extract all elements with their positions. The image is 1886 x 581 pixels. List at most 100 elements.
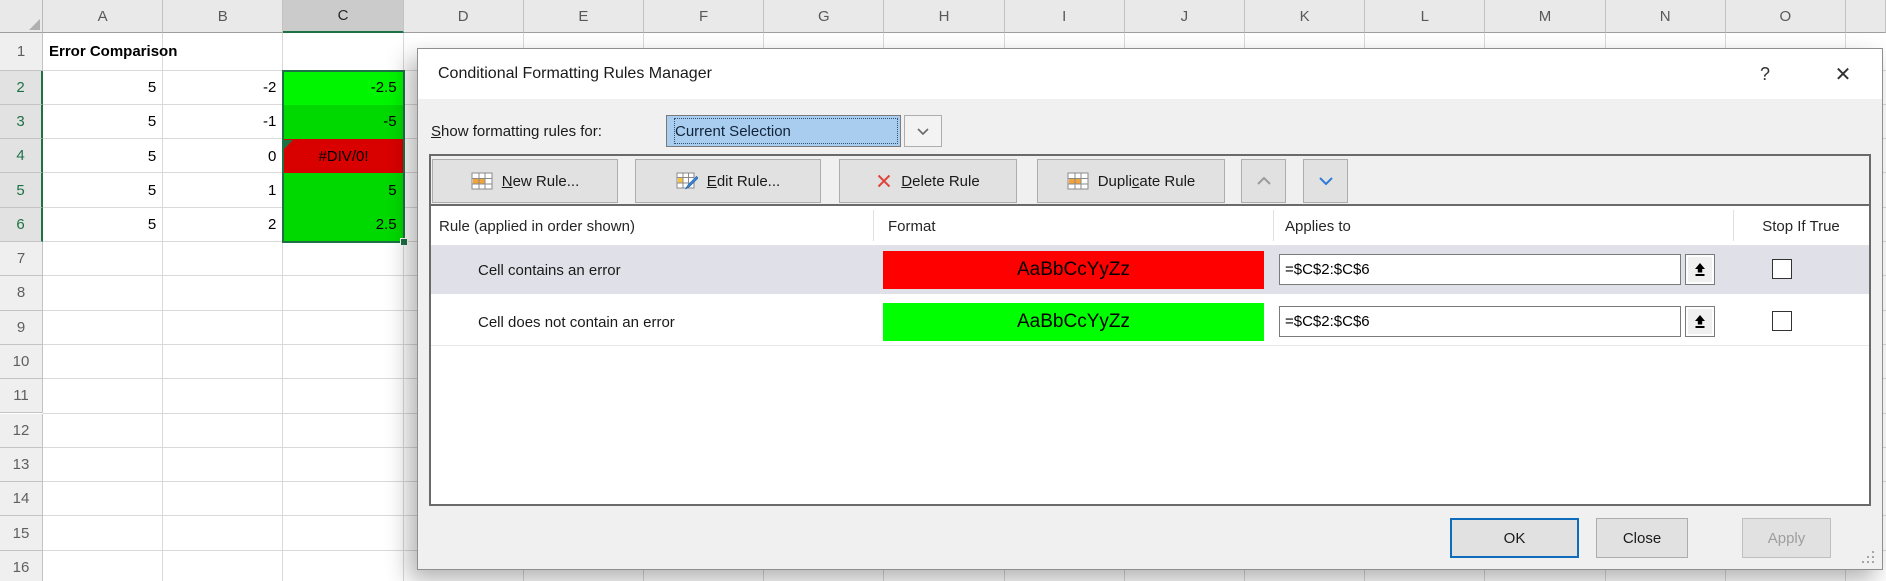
column-header-E[interactable]: E: [524, 0, 644, 33]
row-header-16[interactable]: 16: [0, 551, 43, 581]
row-header-4[interactable]: 4: [0, 139, 43, 173]
row-header-10[interactable]: 10: [0, 345, 43, 379]
rule-row-2[interactable]: Cell does not contain an error AaBbCcYyZz…: [431, 298, 1869, 346]
applies-to-input[interactable]: =$C$2:$C$6: [1279, 306, 1681, 337]
edit-rule-label: Edit Rule...: [707, 173, 780, 190]
col-header-stop-if-true: Stop If True: [1733, 206, 1869, 246]
column-header-B[interactable]: B: [163, 0, 283, 33]
column-header-N[interactable]: N: [1606, 0, 1726, 33]
column-header-O[interactable]: O: [1726, 0, 1846, 33]
scope-combobox-value: Current Selection: [672, 116, 900, 146]
dialog-title: Conditional Formatting Rules Manager: [438, 49, 712, 99]
select-all-corner[interactable]: [0, 0, 43, 33]
close-button[interactable]: Close: [1596, 518, 1688, 558]
chevron-down-icon: [916, 127, 930, 136]
rule-name: Cell does not contain an error: [478, 298, 675, 346]
row-header-3[interactable]: 3: [0, 105, 43, 139]
column-header-A[interactable]: A: [43, 0, 163, 33]
red-x-icon: [876, 173, 892, 189]
range-selector-icon: [1693, 262, 1707, 277]
new-rule-label: New Rule...: [502, 173, 580, 190]
row-header-14[interactable]: 14: [0, 482, 43, 516]
chevron-down-icon: [1318, 176, 1334, 186]
selection-outline-C2:C6: [282, 70, 404, 244]
rules-panel: New Rule... Edit Rule... Delete Rule Duplic…: [429, 154, 1871, 506]
apply-button[interactable]: Apply: [1742, 518, 1831, 558]
row-header-11[interactable]: 11: [0, 379, 43, 413]
column-header-L[interactable]: L: [1365, 0, 1485, 33]
duplicate-rule-button[interactable]: Duplicate Rule: [1037, 159, 1225, 203]
applies-to-input[interactable]: =$C$2:$C$6: [1279, 254, 1681, 285]
cell-B6[interactable]: 2: [163, 208, 283, 242]
stop-if-true-checkbox[interactable]: [1772, 259, 1792, 279]
row-header-13[interactable]: 13: [0, 448, 43, 482]
edit-rule-button[interactable]: Edit Rule...: [635, 159, 821, 203]
row-header-8[interactable]: 8: [0, 276, 43, 310]
table-grid-icon: [471, 172, 493, 190]
column-header-D[interactable]: D: [404, 0, 524, 33]
format-preview-swatch: AaBbCcYyZz: [883, 251, 1264, 289]
cell-A5[interactable]: 5: [43, 173, 163, 207]
chevron-up-icon: [1256, 176, 1272, 186]
col-header-rule: Rule (applied in order shown): [439, 206, 635, 246]
row-header-6[interactable]: 6: [0, 208, 43, 242]
resize-grip[interactable]: [1862, 551, 1875, 564]
cell-A1-text: Error Comparison: [49, 43, 177, 60]
column-divider: [873, 210, 874, 241]
range-selector-button[interactable]: [1685, 254, 1715, 285]
delete-rule-button[interactable]: Delete Rule: [839, 159, 1017, 203]
format-preview-swatch: AaBbCcYyZz: [883, 303, 1264, 341]
column-header-partial[interactable]: [1846, 0, 1886, 33]
ok-button[interactable]: OK: [1450, 518, 1579, 558]
column-header-G[interactable]: G: [764, 0, 884, 33]
range-selector-button[interactable]: [1685, 306, 1715, 337]
scope-combobox-dropdown-button[interactable]: [904, 115, 942, 147]
move-down-button[interactable]: [1303, 159, 1348, 203]
delete-rule-label: Delete Rule: [901, 173, 979, 190]
column-header-C[interactable]: C: [283, 0, 403, 33]
fill-handle[interactable]: [400, 238, 408, 246]
show-rules-label: Show formatting rules for:: [431, 115, 602, 147]
column-header-K[interactable]: K: [1245, 0, 1365, 33]
rule-row-1[interactable]: Cell contains an error AaBbCcYyZz =$C$2:$C…: [431, 246, 1869, 294]
column-header-I[interactable]: I: [1005, 0, 1125, 33]
column-header-J[interactable]: J: [1125, 0, 1245, 33]
excel-workbook-view: ABCDEFGHIJKLMNO12345678910111213141516Er…: [0, 0, 1886, 581]
cell-B3[interactable]: -1: [163, 105, 283, 139]
move-up-button[interactable]: [1241, 159, 1286, 203]
row-header-7[interactable]: 7: [0, 242, 43, 276]
stop-if-true-checkbox[interactable]: [1772, 311, 1792, 331]
column-header-M[interactable]: M: [1485, 0, 1605, 33]
cell-B2[interactable]: -2: [163, 71, 283, 105]
rules-toolbar: New Rule... Edit Rule... Delete Rule Duplic…: [431, 156, 1869, 206]
col-header-applies: Applies to: [1285, 206, 1351, 246]
row-header-1[interactable]: 1: [0, 33, 43, 71]
row-header-5[interactable]: 5: [0, 173, 43, 207]
cell-A4[interactable]: 5: [43, 139, 163, 173]
row-header-9[interactable]: 9: [0, 311, 43, 345]
rules-table-header: Rule (applied in order shown) Format App…: [431, 206, 1869, 246]
table-grid-icon: [1067, 172, 1089, 190]
new-rule-button[interactable]: New Rule...: [432, 159, 618, 203]
scope-combobox[interactable]: Current Selection: [666, 115, 901, 147]
close-icon[interactable]: ✕: [1823, 49, 1863, 99]
help-icon[interactable]: ?: [1748, 49, 1782, 99]
row-header-15[interactable]: 15: [0, 516, 43, 550]
rule-name: Cell contains an error: [478, 246, 621, 294]
column-header-F[interactable]: F: [644, 0, 764, 33]
cell-B4[interactable]: 0: [163, 139, 283, 173]
cell-A1[interactable]: Error Comparison: [43, 33, 283, 71]
cf-rules-manager-dialog: Conditional Formatting Rules Manager ? ✕…: [417, 48, 1883, 570]
cell-A6[interactable]: 5: [43, 208, 163, 242]
cell-A2[interactable]: 5: [43, 71, 163, 105]
row-header-12[interactable]: 12: [0, 414, 43, 448]
table-edit-icon: [676, 172, 698, 191]
corner-triangle: [29, 19, 40, 30]
col-header-format: Format: [888, 206, 936, 246]
cell-A3[interactable]: 5: [43, 105, 163, 139]
row-header-2[interactable]: 2: [0, 71, 43, 105]
column-header-H[interactable]: H: [884, 0, 1004, 33]
cell-B5[interactable]: 1: [163, 173, 283, 207]
range-selector-icon: [1693, 314, 1707, 329]
duplicate-rule-label: Duplicate Rule: [1098, 173, 1196, 190]
